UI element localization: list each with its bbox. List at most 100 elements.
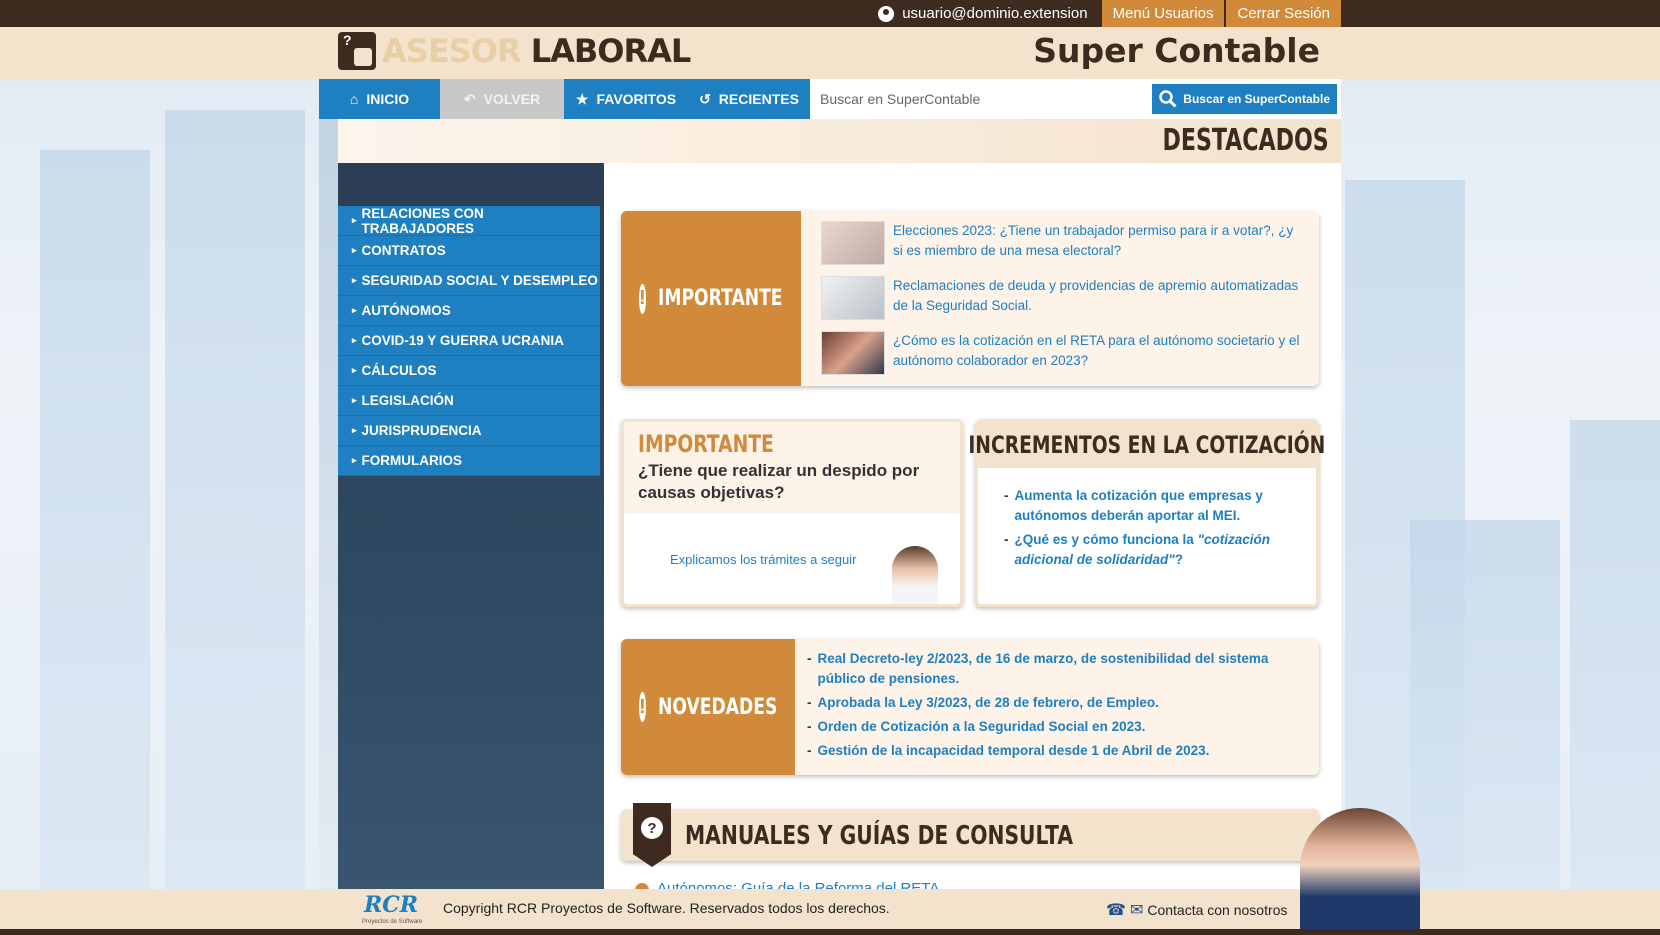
news-item[interactable]: Elecciones 2023: ¿Tiene un trabajador pe…: [821, 221, 1301, 265]
sidebar-item-legislacion[interactable]: ▸ LEGISLACIÓN: [338, 386, 600, 416]
sidebar-item-label: AUTÓNOMOS: [361, 303, 451, 318]
sidebar-item-calculos[interactable]: ▸ CÁLCULOS: [338, 356, 600, 386]
supercontable-logo[interactable]: Super Contable: [1033, 31, 1320, 70]
search-button[interactable]: Buscar en SuperContable: [1152, 84, 1337, 114]
news-item[interactable]: Reclamaciones de deuda y providencias de…: [821, 276, 1301, 320]
despido-question: ¿Tiene que realizar un despido por causa…: [638, 461, 920, 502]
news-link[interactable]: ¿Cómo es la cotización en el RETA para e…: [893, 331, 1301, 371]
sidebar-item-label: JURISPRUDENCIA: [361, 423, 482, 438]
search-area: Buscar en SuperContable: [810, 79, 1341, 119]
support-agent-image: [1300, 808, 1420, 935]
dash-bullet: -: [1004, 532, 1009, 547]
despido-label: IMPORTANTE: [638, 430, 774, 458]
caret-icon: ▸: [352, 305, 357, 315]
exclamation-icon: !: [639, 692, 646, 722]
caret-icon: ▸: [352, 275, 357, 285]
sidebar-item-covid[interactable]: ▸ COVID-19 Y GUERRA UCRANIA: [338, 326, 600, 356]
question-badge-icon: ?: [633, 803, 671, 867]
sidebar-item-contratos[interactable]: ▸ CONTRATOS: [338, 236, 600, 266]
dash-bullet: -: [1004, 488, 1009, 503]
despido-link[interactable]: Explicamos los trámites a seguir: [670, 550, 856, 570]
sidebar-item-label: COVID-19 Y GUERRA UCRANIA: [361, 333, 564, 348]
search-button-label: Buscar en SuperContable: [1183, 92, 1330, 106]
main-content: DESTACADOS ▸ RELACIONES CON TRABAJADORES …: [319, 119, 1341, 889]
background-building: [1570, 420, 1660, 890]
sidebar-item-label: FORMULARIOS: [361, 453, 463, 468]
question-circle: ?: [641, 817, 663, 839]
despido-card[interactable]: IMPORTANTE ¿Tiene que realizar un despid…: [621, 419, 963, 607]
incrementos-header: INCREMENTOS EN LA COTIZACIÓN: [969, 422, 1325, 468]
manuales-card: ? MANUALES Y GUÍAS DE CONSULTA: [621, 803, 1319, 867]
incrementos-link[interactable]: Aumenta la cotización que empresas y aut…: [1015, 486, 1295, 526]
link-suffix: ?: [1174, 552, 1183, 567]
destacados-bar: DESTACADOS: [338, 119, 1341, 163]
list-item[interactable]: - Gestión de la incapacidad temporal desd…: [807, 741, 1287, 761]
novedades-header: ! NOVEDADES: [621, 639, 795, 775]
novedades-link[interactable]: Gestión de la incapacidad temporal desde…: [818, 741, 1210, 761]
search-icon: [1159, 90, 1177, 108]
incrementos-list: - Aumenta la cotización que empresas y au…: [1004, 486, 1294, 574]
exclamation-icon: !: [639, 283, 646, 314]
news-thumbnail: [821, 276, 885, 320]
sidebar-item-label: CONTRATOS: [361, 243, 446, 258]
list-item[interactable]: - ¿Qué es y cómo funciona la "cotización …: [1004, 530, 1294, 570]
novedades-link[interactable]: Orden de Cotización a la Seguridad Socia…: [818, 717, 1146, 737]
nav-favoritos[interactable]: ★ FAVORITOS: [564, 79, 688, 119]
search-input[interactable]: [820, 91, 1153, 107]
caret-icon: ▸: [352, 245, 357, 255]
nav-inicio[interactable]: ⌂ INICIO: [319, 79, 440, 119]
user-account[interactable]: usuario@dominio.extension: [878, 5, 1099, 22]
back-arrow-icon: ↶: [463, 90, 476, 107]
news-thumbnail: [821, 331, 885, 375]
sidebar-item-jurisprudencia[interactable]: ▸ JURISPRUDENCIA: [338, 416, 600, 446]
caret-icon: ▸: [352, 395, 357, 405]
header: ASESOR LABORAL Super Contable: [0, 27, 1660, 79]
sidebar-item-seguridad-social[interactable]: ▸ SEGURIDAD SOCIAL Y DESEMPLEO: [338, 266, 600, 296]
incrementos-link[interactable]: ¿Qué es y cómo funciona la "cotización a…: [1015, 530, 1295, 570]
asesor-laboral-logo[interactable]: ASESOR LABORAL: [338, 32, 691, 70]
top-bar: usuario@dominio.extension Menú Usuarios …: [0, 0, 1660, 27]
phone-icon: ☎: [1106, 902, 1126, 919]
menu-usuarios-button[interactable]: Menú Usuarios: [1101, 0, 1225, 27]
background-building: [1410, 520, 1560, 890]
caret-icon: ▸: [352, 365, 357, 375]
importante-title: IMPORTANTE: [657, 286, 783, 311]
list-item[interactable]: - Orden de Cotización a la Seguridad Soci…: [807, 717, 1287, 737]
home-icon: ⌂: [349, 91, 359, 107]
list-item[interactable]: - Aumenta la cotización que empresas y au…: [1004, 486, 1294, 526]
news-link[interactable]: Reclamaciones de deuda y providencias de…: [893, 276, 1301, 316]
manuales-link[interactable]: Autónomos: Guía de la Reforma del RETA: [657, 879, 939, 889]
logo-part1: ASESOR: [382, 32, 522, 70]
importante-card: ! IMPORTANTE Elecciones 2023: ¿Tiene un …: [621, 211, 1319, 386]
cerrar-sesion-button[interactable]: Cerrar Sesión: [1226, 0, 1341, 27]
user-icon: [878, 5, 895, 22]
novedades-link[interactable]: Real Decreto-ley 2/2023, de 16 de marzo,…: [818, 649, 1288, 689]
thinking-woman-image: [892, 546, 938, 604]
nav-recientes[interactable]: ↺ RECIENTES: [688, 79, 810, 119]
novedades-link[interactable]: Aprobada la Ley 3/2023, de 28 de febrero…: [818, 693, 1159, 713]
dash-bullet: -: [807, 719, 812, 734]
list-item[interactable]: - Real Decreto-ley 2/2023, de 16 de marzo…: [807, 649, 1287, 689]
sidebar-item-formularios[interactable]: ▸ FORMULARIOS: [338, 446, 600, 476]
nav-volver[interactable]: ↶ VOLVER: [440, 79, 564, 119]
asesor-logo-icon: [338, 32, 376, 70]
dash-bullet: -: [807, 743, 812, 758]
copyright-text: Copyright RCR Proyectos de Software. Res…: [443, 900, 890, 916]
sidebar-item-label: RELACIONES CON TRABAJADORES: [361, 205, 484, 236]
rcr-logo[interactable]: RCR: [364, 892, 418, 918]
despido-header: IMPORTANTE ¿Tiene que realizar un despid…: [624, 422, 960, 514]
news-link[interactable]: Elecciones 2023: ¿Tiene un trabajador pe…: [893, 221, 1301, 261]
sidebar-item-relaciones[interactable]: ▸ RELACIONES CON TRABAJADORES: [338, 206, 600, 236]
sidebar-item-autonomos[interactable]: ▸ AUTÓNOMOS: [338, 296, 600, 326]
manuales-first-item[interactable]: Autónomos: Guía de la Reforma del RETA: [635, 879, 939, 889]
sidebar-menu: ▸ RELACIONES CON TRABAJADORES ▸ CONTRATOS …: [338, 206, 600, 476]
page-title: DESTACADOS: [1162, 123, 1329, 158]
contact-link[interactable]: ☎ ✉ Contacta con nosotros: [1106, 900, 1287, 920]
list-item[interactable]: - Aprobada la Ley 3/2023, de 28 de febrer…: [807, 693, 1287, 713]
caret-icon: ▸: [352, 455, 357, 465]
novedades-card: ! NOVEDADES - Real Decreto-ley 2/2023, de…: [621, 639, 1319, 775]
envelope-icon: ✉: [1129, 902, 1144, 919]
news-thumbnail: [821, 221, 885, 265]
incrementos-title: INCREMENTOS EN LA COTIZACIÓN: [968, 431, 1326, 459]
news-item[interactable]: ¿Cómo es la cotización en el RETA para e…: [821, 331, 1301, 375]
